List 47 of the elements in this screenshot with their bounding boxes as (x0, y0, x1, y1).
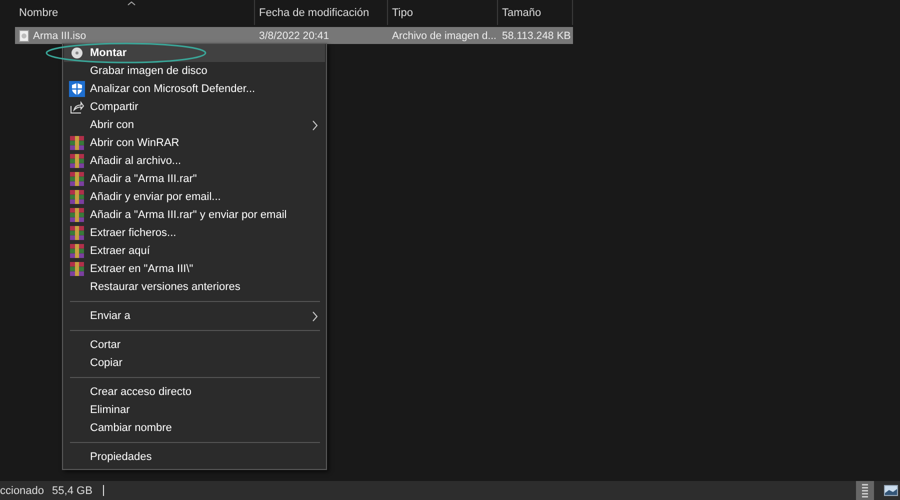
archive-icon (70, 172, 84, 186)
column-header[interactable]: Tamaño (502, 6, 542, 18)
details-view-icon (861, 484, 869, 498)
menu-item[interactable]: Cambiar nombre (64, 419, 325, 437)
archive-icon (70, 190, 84, 204)
table-cell: Archivo de imagen d... (392, 30, 496, 42)
archive-icon (70, 154, 84, 168)
menu-item[interactable]: Abrir con WinRAR (64, 134, 325, 152)
menu-item[interactable]: Restaurar versiones anteriores (64, 278, 325, 296)
menu-item[interactable]: Copiar (64, 354, 325, 372)
menu-item[interactable]: Analizar con Microsoft Defender... (64, 80, 325, 98)
menu-item[interactable]: Montar (64, 44, 325, 62)
menu-item[interactable]: Extraer ficheros... (64, 224, 325, 242)
share-icon (70, 100, 84, 114)
menu-item[interactable]: Grabar imagen de disco (64, 62, 325, 80)
menu-item[interactable]: Añadir a "Arma III.rar" y enviar por email (64, 206, 325, 224)
menu-item[interactable]: Abrir con (64, 116, 325, 134)
menu-item[interactable]: Eliminar (64, 401, 325, 419)
menu-item[interactable]: Extraer aquí (64, 242, 325, 260)
table-cell: 58.113.248 KB (502, 30, 571, 42)
file-row[interactable]: Arma III.iso 3/8/2022 20:41 Archivo de imagen d... 58.113.248 KB (15, 27, 573, 44)
status-text: ccionado (0, 484, 44, 496)
table-cell: Arma III.iso (33, 30, 86, 42)
disc-image-file-icon (19, 30, 29, 42)
column-header[interactable]: Nombre (19, 6, 58, 18)
table-cell: 3/8/2022 20:41 (259, 30, 330, 42)
menu-item[interactable]: Extraer en "Arma III\" (64, 260, 325, 278)
menu-item[interactable]: Compartir (64, 98, 325, 116)
archive-icon (70, 262, 84, 276)
menu-item[interactable]: Añadir a "Arma III.rar" (64, 170, 325, 188)
archive-icon (70, 136, 84, 150)
shield-icon (69, 81, 85, 97)
menu-item[interactable]: Cortar (64, 336, 325, 354)
archive-icon (70, 226, 84, 240)
picture-view-icon (884, 485, 898, 496)
menu-item[interactable]: Crear acceso directo (64, 383, 325, 401)
disc-icon (71, 47, 83, 59)
details-view-button[interactable] (856, 481, 874, 500)
menu-item[interactable]: Añadir y enviar por email... (64, 188, 325, 206)
archive-icon (70, 208, 84, 222)
menu-item[interactable]: Añadir al archivo... (64, 152, 325, 170)
column-header[interactable]: Tipo (392, 6, 413, 18)
status-text: 55,4 GB (52, 484, 92, 496)
menu-item[interactable]: Propiedades (64, 448, 325, 466)
archive-icon (70, 244, 84, 258)
menu-item[interactable]: Enviar a (64, 307, 325, 325)
column-header[interactable]: Fecha de modificación (259, 6, 370, 18)
